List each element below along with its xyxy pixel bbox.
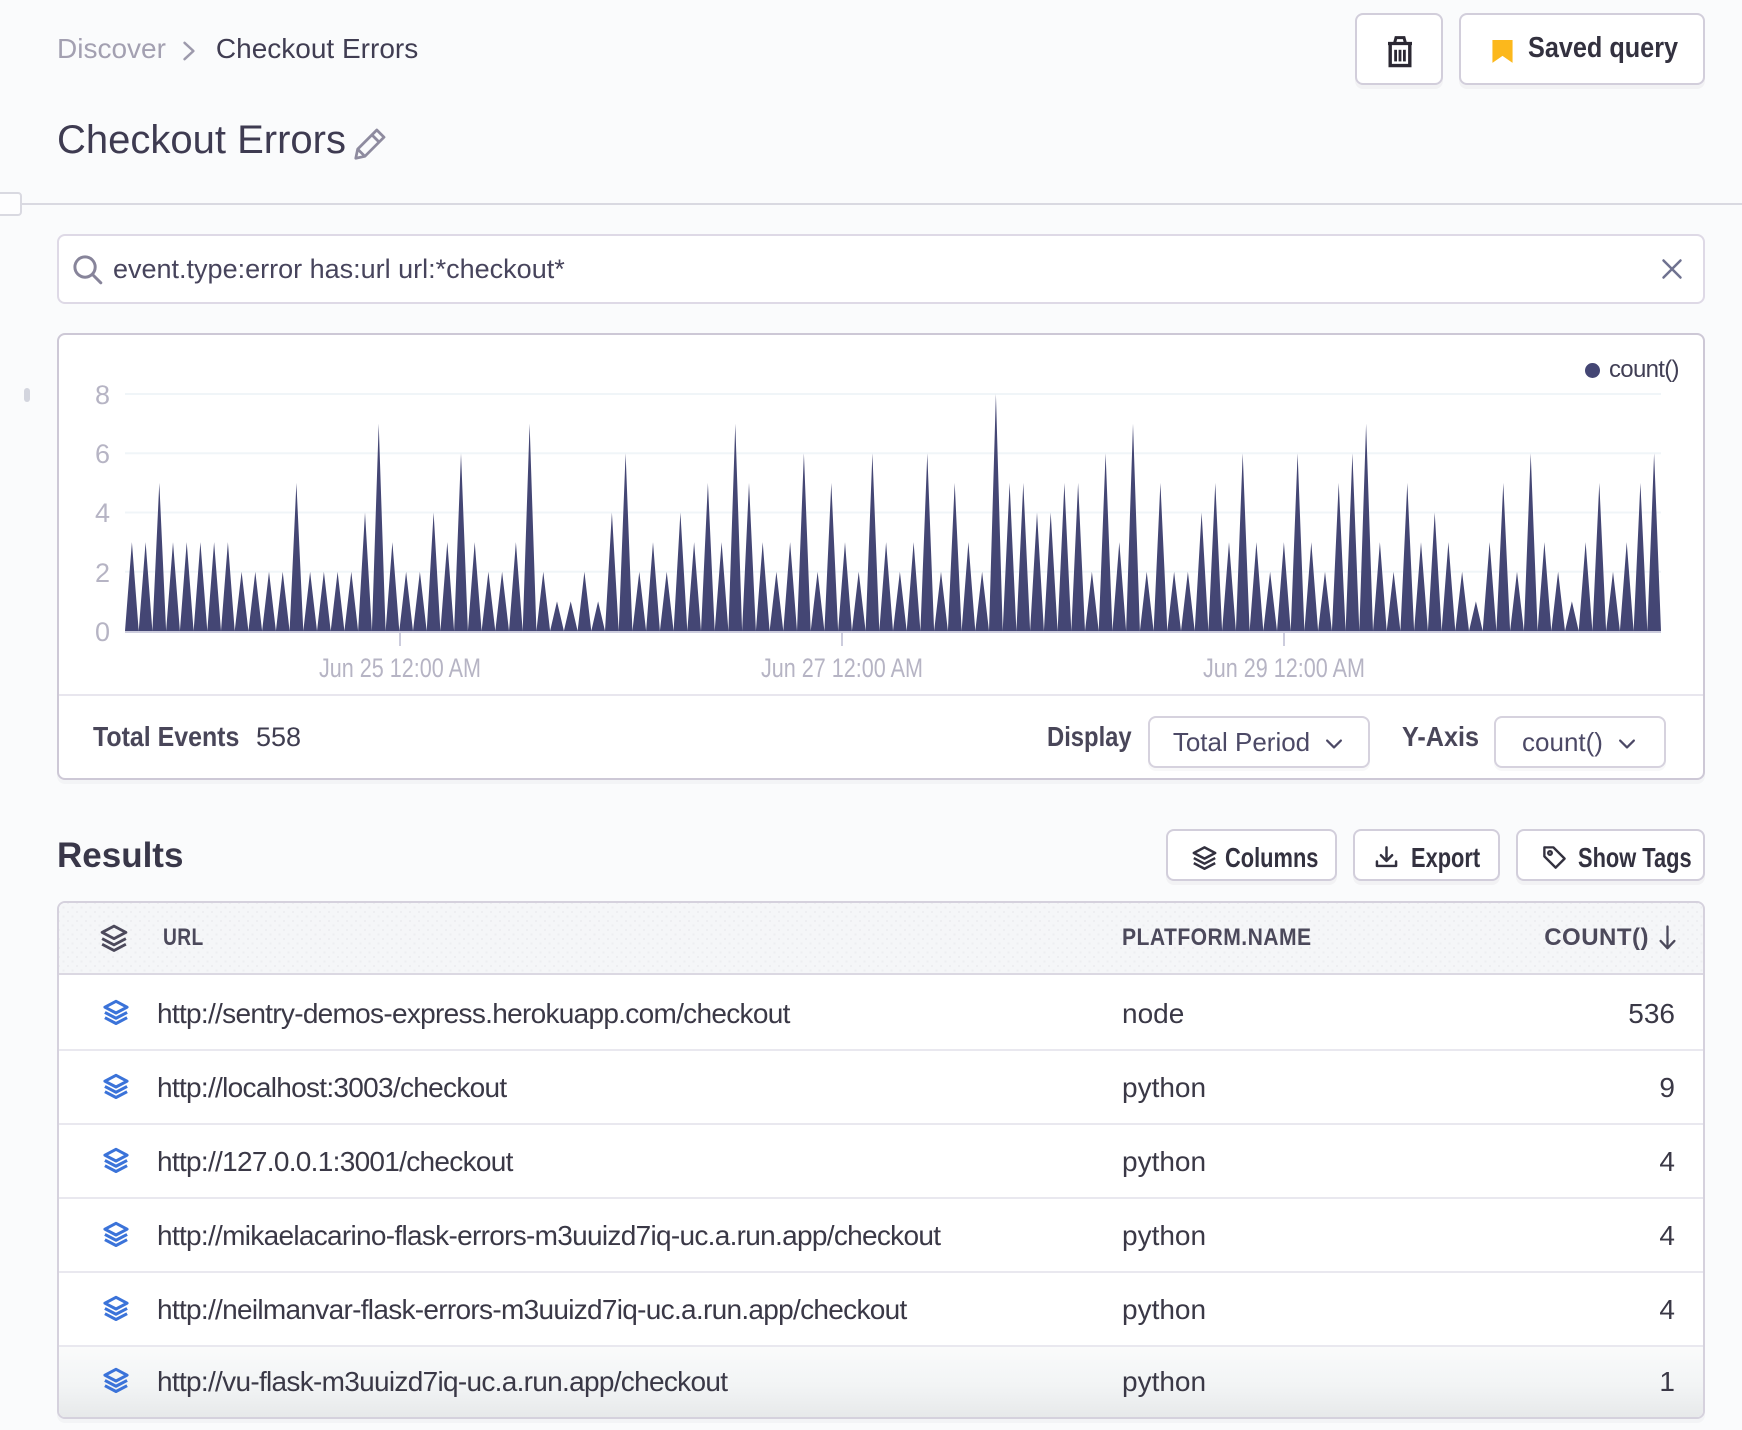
svg-text:2: 2 xyxy=(95,558,110,588)
svg-text:Jun 27 12:00 AM: Jun 27 12:00 AM xyxy=(761,653,923,683)
svg-text:8: 8 xyxy=(95,380,110,410)
svg-text:6: 6 xyxy=(95,439,110,469)
svg-text:0: 0 xyxy=(95,617,110,647)
svg-text:4: 4 xyxy=(95,498,110,528)
svg-text:Jun 29 12:00 AM: Jun 29 12:00 AM xyxy=(1203,653,1365,683)
svg-text:Jun 25 12:00 AM: Jun 25 12:00 AM xyxy=(319,653,481,683)
